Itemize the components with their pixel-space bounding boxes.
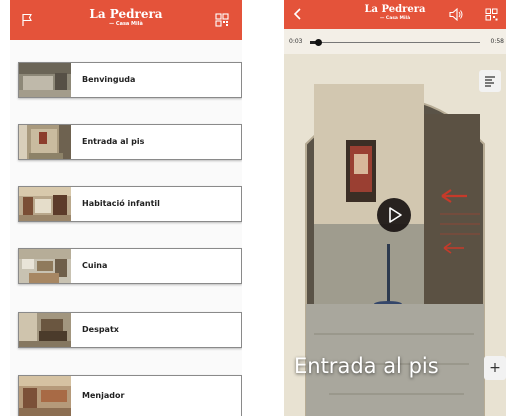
brand-logo: La Pedrera — Casa Milà: [284, 5, 506, 22]
brand-logo: La Pedrera — Casa Milà: [10, 8, 242, 27]
room-player-screen: La Pedrera — Casa Milà 0:03 0:58 Entrada…: [284, 0, 506, 416]
room-label: Entrada al pis: [82, 137, 145, 146]
expand-button[interactable]: +: [484, 356, 506, 380]
room-label: Benvinguda: [82, 75, 136, 84]
playback-bar: 0:03 0:58: [284, 29, 506, 54]
subtitles-icon: [485, 76, 495, 87]
room-label: Menjador: [82, 391, 125, 400]
room-thumbnail: [19, 187, 71, 221]
room-thumbnail: [19, 313, 71, 347]
room-item-despatx[interactable]: Despatx: [18, 312, 242, 348]
room-label: Cuina: [82, 261, 108, 270]
room-list-screen: La Pedrera — Casa Milà Benvinguda Entrad…: [10, 0, 242, 416]
room-item-habitacio-infantil[interactable]: Habitació infantil: [18, 186, 242, 222]
brand-subname: — Casa Milà: [109, 21, 143, 27]
qr-code-icon[interactable]: [215, 13, 229, 27]
room-label: Habitació infantil: [82, 199, 160, 208]
brand-name: La Pedrera: [364, 4, 426, 15]
brand-subname: — Casa Milà: [379, 16, 411, 21]
room-title: Entrada al pis: [294, 354, 439, 378]
play-icon: [389, 207, 402, 223]
room-thumbnail: [19, 249, 71, 283]
room-item-entrada-al-pis[interactable]: Entrada al pis: [18, 124, 242, 160]
qr-code-icon[interactable]: [485, 8, 498, 21]
progress-handle[interactable]: [315, 39, 322, 46]
room-item-cuina[interactable]: Cuina: [18, 248, 242, 284]
volume-icon[interactable]: [449, 8, 464, 21]
room-thumbnail: [19, 376, 71, 416]
subtitles-button[interactable]: [479, 70, 501, 92]
brand-name: La Pedrera: [89, 7, 163, 21]
room-thumbnail: [19, 63, 71, 97]
room-item-menjador[interactable]: Menjador: [18, 375, 242, 416]
duration-time: 0:58: [490, 38, 504, 45]
player-header: La Pedrera — Casa Milà: [284, 0, 506, 29]
room-label: Despatx: [82, 325, 119, 334]
elapsed-time: 0:03: [289, 38, 303, 45]
play-button[interactable]: [377, 198, 411, 232]
progress-track[interactable]: [310, 42, 480, 43]
room-item-benvinguda[interactable]: Benvinguda: [18, 62, 242, 98]
app-header: La Pedrera — Casa Milà: [10, 0, 242, 40]
room-thumbnail: [19, 125, 71, 159]
